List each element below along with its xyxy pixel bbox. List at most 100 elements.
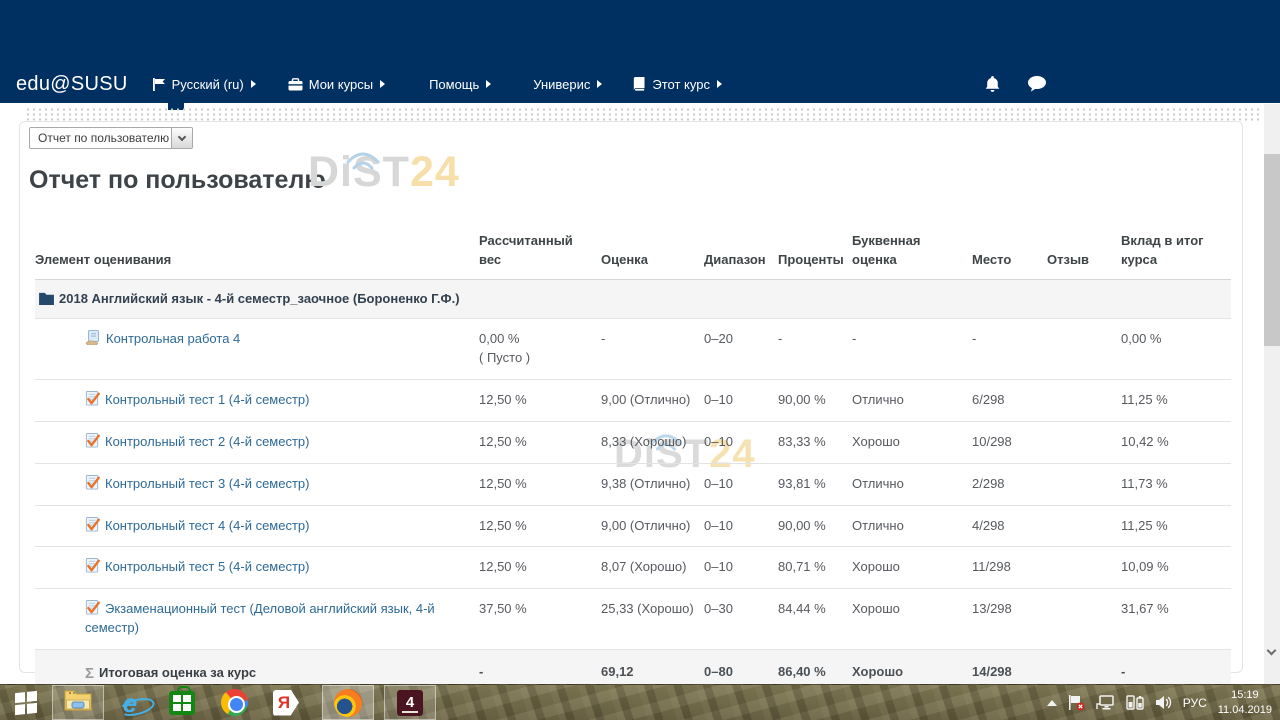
- grade-value-cell: Отлично: [852, 463, 972, 505]
- taskbar-yandex-button[interactable]: Я: [260, 685, 312, 720]
- site-logo[interactable]: edu@SUSU: [16, 73, 128, 96]
- grade-value-cell: 9,38 (Отлично): [601, 463, 704, 505]
- grade-value-cell: -: [972, 319, 1047, 380]
- internet-explorer-icon: e: [123, 690, 137, 716]
- grade-value-cell: 4/298: [972, 505, 1047, 547]
- grade-value-cell: -: [778, 319, 852, 380]
- messages-icon[interactable]: [1028, 76, 1046, 97]
- grade-value-cell: [1047, 547, 1121, 589]
- quiz-icon: [85, 391, 100, 410]
- grade-value-cell: 93,81 %: [778, 463, 852, 505]
- nav-label: Мои курсы: [309, 77, 373, 92]
- table-row-category: 2018 Английский язык - 4-й семестр_заочн…: [35, 279, 1231, 319]
- nav-univeris-menu[interactable]: Универис: [533, 77, 602, 92]
- windows-logo-icon: [15, 690, 37, 714]
- taskbar-internet-explorer-button[interactable]: e: [104, 685, 156, 720]
- grade-value-cell: 0–20: [704, 319, 778, 380]
- grade-item-link[interactable]: Контрольный тест 4 (4-й семестр): [105, 518, 309, 533]
- scrollbar-track[interactable]: [1264, 104, 1280, 684]
- grade-value-cell: [1121, 279, 1231, 319]
- grade-value-cell: 10/298: [972, 421, 1047, 463]
- scrollbar-thumb[interactable]: [1264, 154, 1280, 346]
- column-header: Рассчитанный вес: [479, 226, 601, 279]
- wifi-arcs-icon: [342, 133, 384, 182]
- language-indicator[interactable]: РУС: [1183, 696, 1207, 710]
- grade-value-cell: 0–10: [704, 505, 778, 547]
- grade-value-cell: 11/298: [972, 547, 1047, 589]
- report-type-select[interactable]: Отчет по пользователю: [29, 127, 193, 149]
- grade-item-cell: Контрольный тест 3 (4-й семестр): [35, 463, 479, 505]
- column-header: Диапазон: [704, 226, 778, 279]
- grade-item-link[interactable]: Контрольный тест 5 (4-й семестр): [105, 559, 309, 574]
- taskbar-explorer-button[interactable]: [52, 685, 104, 720]
- grade-value-cell: [601, 279, 704, 319]
- column-header: Вклад в итог курса: [1121, 226, 1231, 279]
- grade-item-link[interactable]: Контрольный тест 2 (4-й семестр): [105, 434, 309, 449]
- grade-value-cell: [1047, 421, 1121, 463]
- taskbar-archive-app-button[interactable]: 4: [384, 685, 436, 720]
- grade-item-link[interactable]: Контрольный тест 3 (4-й семестр): [105, 476, 309, 491]
- volume-icon[interactable]: [1155, 695, 1172, 710]
- grade-value-cell: 83,33 %: [778, 421, 852, 463]
- grade-value-cell: 8,07 (Хорошо): [601, 547, 704, 589]
- grade-value-cell: [1047, 319, 1121, 380]
- nav-label: Помощь: [429, 77, 479, 92]
- archive-app-icon: 4: [397, 690, 423, 716]
- grade-item-link[interactable]: Контрольная работа 4: [106, 331, 240, 346]
- table-row-item: Контрольный тест 3 (4-й семестр)12,50 %9…: [35, 463, 1231, 505]
- nav-language-menu[interactable]: Русский (ru): [152, 77, 256, 92]
- column-header: Буквенная оценка: [852, 226, 972, 279]
- quiz-icon: [85, 558, 100, 577]
- grade-value-cell: 13/298: [972, 589, 1047, 650]
- page-title: Отчет по пользователю: [29, 166, 326, 195]
- book-icon: [632, 77, 646, 91]
- notifications-bell-icon[interactable]: [984, 76, 1001, 98]
- grade-value-cell: [1047, 505, 1121, 547]
- taskbar: e Я 4: [0, 684, 1280, 720]
- grade-value-cell: 11,25 %: [1121, 505, 1231, 547]
- start-button[interactable]: [0, 685, 52, 720]
- grade-value-cell: 12,50 %: [479, 380, 601, 422]
- grade-table: Элемент оценивания Рассчитанный вес Оцен…: [35, 226, 1231, 720]
- taskbar-firefox-button[interactable]: [322, 685, 374, 720]
- quiz-icon: [85, 433, 100, 452]
- grade-value-cell: [704, 279, 778, 319]
- table-row-item: Контрольный тест 5 (4-й семестр) 12,50 %8…: [35, 547, 1231, 589]
- network-icon[interactable]: [1096, 695, 1115, 710]
- grade-value-cell: Отлично: [852, 505, 972, 547]
- taskbar-chrome-button[interactable]: [208, 685, 260, 720]
- clock[interactable]: 15:19 11.04.2019: [1218, 688, 1272, 717]
- nav-my-courses-menu[interactable]: Мои курсы: [288, 77, 385, 92]
- chevron-down-icon: [178, 132, 186, 140]
- grade-value-cell: 84,44 %: [778, 589, 852, 650]
- grade-value-cell: 11,25 %: [1121, 380, 1231, 422]
- select-arrow-button[interactable]: [171, 128, 192, 148]
- grade-value-cell: 9,00 (Отлично): [601, 505, 704, 547]
- grade-value-cell: 12,50 %: [479, 463, 601, 505]
- dist24-watermark: DiST24: [308, 148, 460, 197]
- assignment-icon: [85, 330, 101, 349]
- grade-value-cell: 25,33 (Хорошо): [601, 589, 704, 650]
- table-row-item: Экзаменационный тест (Деловой английский…: [35, 589, 1231, 650]
- action-center-flag-icon[interactable]: [1068, 695, 1085, 711]
- grade-item-link[interactable]: Контрольный тест 1 (4-й семестр): [105, 392, 309, 407]
- grade-value-cell: 11,73 %: [1121, 463, 1231, 505]
- grade-item-cell: Контрольный тест 5 (4-й семестр): [35, 547, 479, 589]
- nav-this-course-menu[interactable]: Этот курс: [632, 77, 722, 92]
- quiz-icon: [85, 517, 100, 536]
- clock-date: 11.04.2019: [1218, 703, 1272, 717]
- grade-value-cell: 12,50 %: [479, 547, 601, 589]
- column-header: Отзыв: [1047, 226, 1121, 279]
- total-name: Итоговая оценка за курс: [99, 665, 256, 680]
- tray-expand-arrow-icon[interactable]: [1047, 700, 1057, 706]
- nav-help-menu[interactable]: Помощь: [429, 77, 491, 92]
- column-header: Оценка: [601, 226, 704, 279]
- briefcase-icon: [288, 78, 303, 91]
- grade-value-cell: 0,00 %: [1121, 319, 1231, 380]
- grade-value-cell: 10,09 %: [1121, 547, 1231, 589]
- grade-value-cell: 37,50 %: [479, 589, 601, 650]
- grade-item-link[interactable]: Экзаменационный тест (Деловой английский…: [85, 601, 435, 635]
- taskbar-windows-store-button[interactable]: [156, 685, 208, 720]
- scrollbar-down-arrow[interactable]: [1267, 646, 1277, 656]
- battery-icon[interactable]: [1126, 695, 1144, 710]
